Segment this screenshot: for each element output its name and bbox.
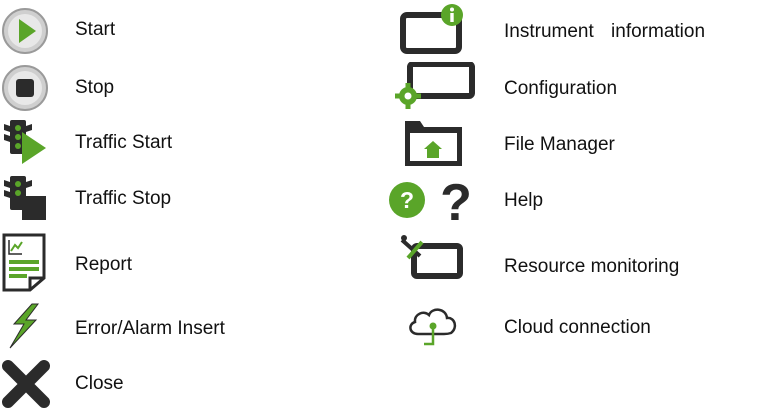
traffic-stop-icon [0,174,56,224]
cloud-connection-icon [402,302,468,352]
close-x-icon [0,358,56,408]
traffic-start-icon [0,118,56,168]
legend-label: Instrument information [504,21,706,42]
legend-label: Configuration [504,78,618,99]
svg-text:?: ? [400,187,414,213]
play-circle-icon [0,7,56,57]
legend-label: Help [504,190,544,211]
resource-monitoring-icon [398,234,468,284]
legend-label: Report [75,254,133,275]
svg-text:?: ? [440,176,472,226]
instrument-info-icon [398,3,468,54]
legend-label: Resource monitoring [504,256,680,277]
legend-label: Start [75,19,116,40]
legend-label: Traffic Start [75,132,173,153]
stop-circle-icon [0,63,56,113]
legend-label: Error/Alarm Insert [75,318,225,339]
legend-label: File Manager [504,134,615,155]
lightning-icon [0,302,56,352]
configuration-icon [388,62,478,112]
legend-label: Cloud connection [504,317,651,338]
legend-label: Close [75,373,124,394]
legend-label: Traffic Stop [75,188,172,209]
help-icon: ? ? [388,176,484,226]
legend-label: Stop [75,77,115,98]
report-icon [0,232,56,294]
file-manager-icon [402,118,468,168]
